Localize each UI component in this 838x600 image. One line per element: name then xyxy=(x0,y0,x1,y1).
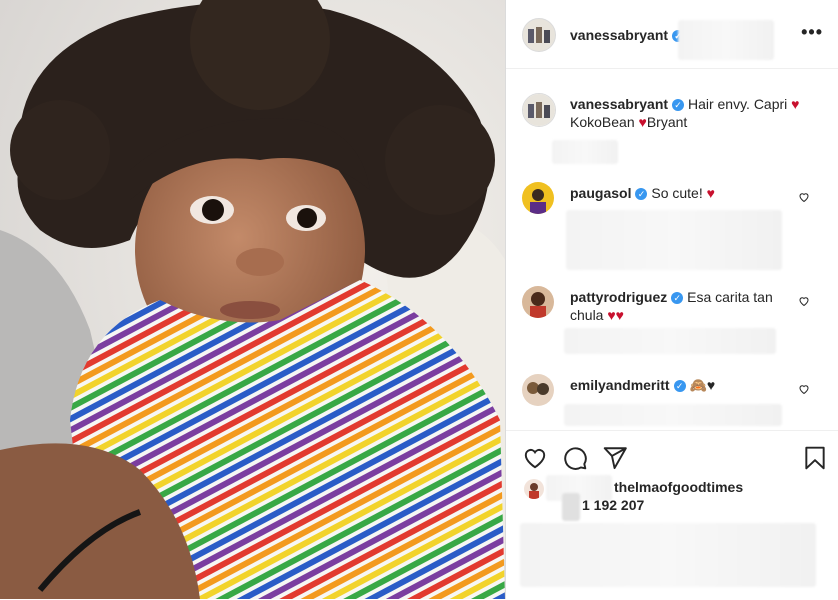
avatar-image xyxy=(523,19,555,51)
comment-icon[interactable] xyxy=(562,445,588,471)
comment-avatar-image xyxy=(522,286,554,318)
baby-photo-image xyxy=(0,0,505,599)
caption-time-blurred xyxy=(552,140,618,164)
caption-verified-icon: ✓ xyxy=(672,99,685,111)
comment-verified-icon: ✓ xyxy=(671,292,684,304)
likes-prefix-blurred xyxy=(562,493,580,521)
liker-avatar[interactable] xyxy=(524,479,544,499)
follow-blurred xyxy=(678,20,774,60)
comment-verified-icon: ✓ xyxy=(635,188,648,200)
comment-like-icon[interactable] xyxy=(798,295,810,307)
comment-text: So cute! xyxy=(651,185,707,201)
comment-username[interactable]: emilyandmeritt xyxy=(570,377,670,393)
post-photo[interactable] xyxy=(0,0,505,599)
save-icon[interactable] xyxy=(802,445,828,471)
like-icon[interactable] xyxy=(522,445,548,471)
caption-avatar[interactable] xyxy=(522,93,556,127)
caption-text-2: KokoBean xyxy=(570,114,639,130)
caption-text-1: Hair envy. Capri xyxy=(687,96,792,112)
caption-heart-2: ♥ xyxy=(638,114,647,130)
comment-meta-blurred xyxy=(564,328,776,354)
comment-hearts: ♥♥ xyxy=(607,307,624,323)
caption-text: vanessabryant ✓ Hair envy. Capri ♥ KokoBe… xyxy=(570,95,820,131)
share-icon[interactable] xyxy=(602,445,628,471)
comment-avatar[interactable] xyxy=(522,286,554,318)
comment: pattyrodriguez ✓ Esa carita tan chula ♥♥ xyxy=(570,288,790,324)
likes-count[interactable]: 1 192 207 xyxy=(582,497,644,513)
comment-meta-blurred xyxy=(566,210,782,270)
comment-hearts: ♥ xyxy=(706,185,715,201)
comment-avatar[interactable] xyxy=(522,374,554,406)
likes-count-line: 1 192 207 xyxy=(582,497,644,513)
comment-avatar-image xyxy=(522,182,554,214)
timestamp-blurred xyxy=(520,523,816,587)
caption-username[interactable]: vanessabryant xyxy=(570,96,668,112)
comment-verified-icon: ✓ xyxy=(673,380,686,392)
instagram-post: vanessabryant✓ ••• vanessabryant✓ Hair e… xyxy=(0,0,838,599)
post-header: vanessabryant✓ ••• xyxy=(506,0,838,69)
comment-username[interactable]: pattyrodriguez xyxy=(570,289,667,305)
comment: emilyandmeritt ✓ 🙈♥ xyxy=(570,376,790,394)
author-avatar[interactable] xyxy=(522,18,556,52)
post-actions: thelmaofgoodtimes 1 192 207 xyxy=(506,430,838,600)
liked-by-line: thelmaofgoodtimes xyxy=(614,479,743,495)
liker-avatar-image xyxy=(524,479,544,499)
post-sidebar: vanessabryant✓ ••• vanessabryant✓ Hair e… xyxy=(505,0,838,599)
comment-avatar-image xyxy=(522,374,554,406)
author-username-text[interactable]: vanessabryant xyxy=(570,27,668,43)
comment-text: 🙈♥ xyxy=(689,377,716,393)
caption-text-3: Bryant xyxy=(646,114,688,130)
liker-username[interactable]: thelmaofgoodtimes xyxy=(614,479,743,495)
comment-like-icon[interactable] xyxy=(798,191,810,203)
comment-avatar[interactable] xyxy=(522,182,554,214)
comment-meta-blurred xyxy=(564,404,782,426)
more-icon[interactable]: ••• xyxy=(801,22,823,43)
comment: paugasol ✓ So cute! ♥ xyxy=(570,184,790,202)
caption-avatar-image xyxy=(523,94,555,126)
author-username[interactable]: vanessabryant✓ xyxy=(570,27,685,43)
caption-heart-1: ♥ xyxy=(791,96,800,112)
comment-like-icon[interactable] xyxy=(798,383,810,395)
comment-username[interactable]: paugasol xyxy=(570,185,631,201)
